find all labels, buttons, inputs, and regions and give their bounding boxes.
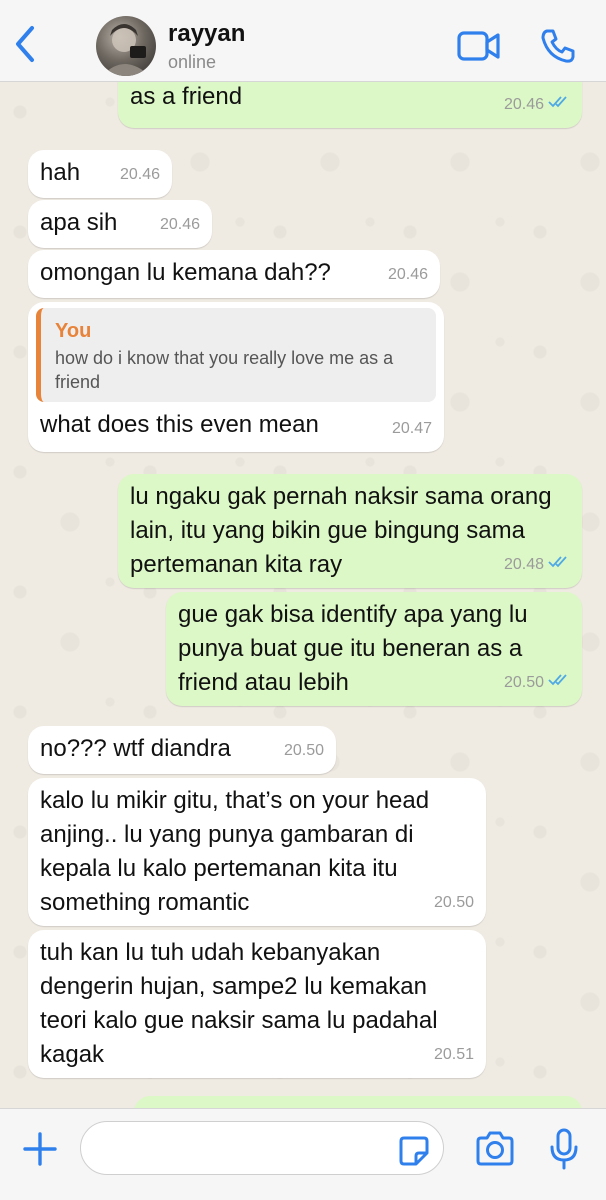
phone-icon[interactable] [538, 26, 578, 66]
double-check-icon [548, 666, 570, 700]
message-time: 20.46 [503, 96, 544, 113]
avatar[interactable] [96, 16, 156, 76]
quote-author: You [55, 320, 92, 342]
chat-header: rayyan online [0, 0, 606, 82]
video-camera-icon[interactable] [456, 28, 502, 64]
message-bubble-outgoing[interactable]: gue gak bisa identify apa yang lu punya … [166, 592, 582, 706]
message-bubble-incoming-reply[interactable]: You how do i know that you really love m… [28, 302, 444, 452]
message-bubble-incoming[interactable]: omongan lu kemana dah?? 20.46 [28, 250, 440, 298]
chat-area[interactable]: as a friend 20.46 hah 20.46 apa sih 20.4… [0, 82, 606, 1108]
composer-bar [0, 1108, 606, 1200]
contact-status: online [168, 52, 217, 72]
message-text: kalo lu mikir gitu, that’s on your head … [40, 787, 436, 916]
message-time: 20.47 [391, 420, 432, 437]
microphone-icon[interactable] [548, 1127, 580, 1171]
contact-name[interactable]: rayyan [168, 20, 245, 48]
double-check-icon [548, 88, 570, 122]
message-meta: 20.46 [504, 88, 570, 122]
quoted-message[interactable]: You how do i know that you really love m… [36, 308, 436, 402]
message-meta: 20.50 [504, 666, 570, 700]
message-bubble-outgoing[interactable]: lu ngaku gak pernah naksir sama orang la… [118, 474, 582, 588]
message-bubble-outgoing[interactable]: as a friend 20.46 [118, 82, 582, 128]
quote-text: how do i know that you really love me as… [55, 348, 394, 392]
message-bubble-incoming[interactable]: no??? wtf diandra 20.50 [28, 726, 336, 774]
message-text: omongan lu kemana dah?? [40, 259, 331, 286]
message-bubble-incoming[interactable]: tuh kan lu tuh udah kebanyakan dengerin … [28, 930, 486, 1078]
message-time: 20.50 [433, 894, 474, 911]
message-time: 20.51 [433, 1046, 474, 1063]
message-bubble-outgoing-partial[interactable] [134, 1096, 582, 1108]
message-time: 20.46 [119, 166, 160, 183]
message-text: what does this even mean [40, 411, 319, 438]
message-bubble-incoming[interactable]: kalo lu mikir gitu, that’s on your head … [28, 778, 486, 926]
double-check-icon [548, 548, 570, 582]
message-meta: 20.48 [504, 548, 570, 582]
message-time: 20.46 [159, 216, 200, 233]
plus-icon[interactable] [22, 1131, 58, 1167]
chevron-left-icon[interactable] [8, 22, 42, 66]
sticker-icon[interactable] [398, 1135, 430, 1167]
message-input[interactable] [80, 1121, 444, 1175]
message-time: 20.50 [503, 674, 544, 691]
message-text: no??? wtf diandra [40, 735, 231, 762]
message-text: tuh kan lu tuh udah kebanyakan dengerin … [40, 939, 445, 1068]
message-time: 20.48 [503, 556, 544, 573]
message-bubble-incoming[interactable]: apa sih 20.46 [28, 200, 212, 248]
message-bubble-incoming[interactable]: hah 20.46 [28, 150, 172, 198]
message-time: 20.46 [387, 266, 428, 283]
message-time: 20.50 [283, 742, 324, 759]
camera-icon[interactable] [474, 1129, 516, 1169]
